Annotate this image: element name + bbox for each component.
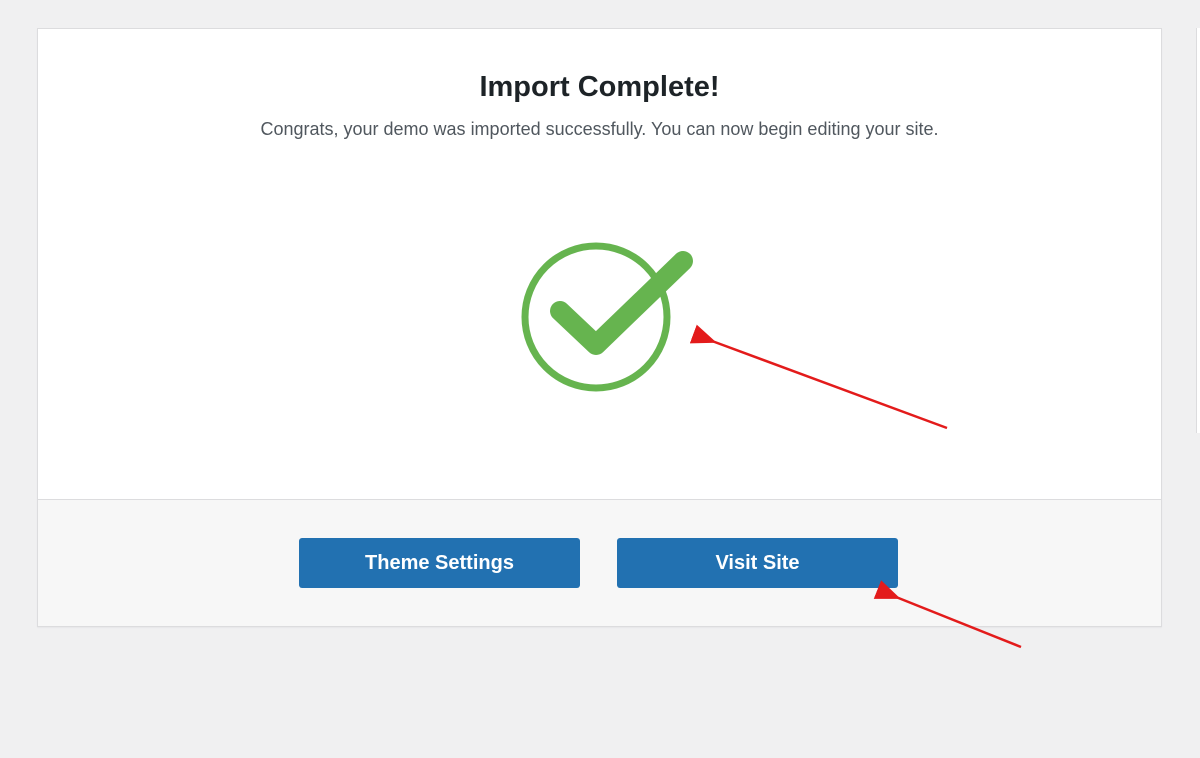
side-panel-edge — [1196, 28, 1200, 433]
check-circle-icon — [518, 239, 698, 399]
success-message: Congrats, your demo was imported success… — [260, 119, 939, 139]
theme-settings-button[interactable]: Theme Settings — [299, 538, 580, 588]
visit-site-button[interactable]: Visit Site — [617, 538, 898, 588]
panel-footer: Theme Settings Visit Site — [38, 499, 1161, 626]
import-complete-panel: Import Complete! Congrats, your demo was… — [37, 28, 1162, 627]
panel-body: Import Complete! Congrats, your demo was… — [38, 29, 1161, 499]
page: Import Complete! Congrats, your demo was… — [0, 0, 1200, 758]
page-title: Import Complete! — [479, 71, 720, 103]
